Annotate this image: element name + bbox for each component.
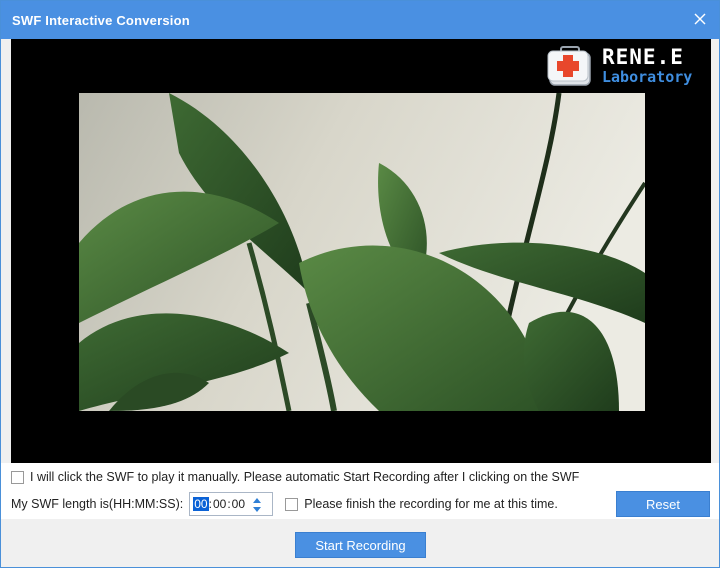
finish-recording-label: Please finish the recording for me at th… bbox=[304, 497, 558, 511]
brand-name: RENE.E bbox=[602, 45, 684, 69]
window-title: SWF Interactive Conversion bbox=[12, 13, 190, 28]
close-icon[interactable] bbox=[691, 10, 709, 28]
manual-play-option[interactable]: I will click the SWF to play it manually… bbox=[11, 470, 579, 484]
brand-subtitle: Laboratory bbox=[602, 68, 693, 86]
manual-play-label: I will click the SWF to play it manually… bbox=[30, 470, 580, 484]
time-spin-icon[interactable] bbox=[252, 495, 262, 515]
swf-length-time-input[interactable]: 00 : 00 : 00 bbox=[189, 492, 274, 516]
hours-field[interactable]: 00 bbox=[193, 497, 209, 511]
seconds-field[interactable]: 00 bbox=[231, 497, 246, 511]
swf-length-label: My SWF length is(HH:MM:SS): bbox=[11, 497, 184, 511]
brand-logo: RENE.E Laboratory bbox=[544, 41, 694, 89]
swf-length-row: My SWF length is(HH:MM:SS): 00 : 00 : 00… bbox=[11, 491, 558, 517]
start-recording-button[interactable]: Start Recording bbox=[295, 532, 426, 558]
recording-options-panel: I will click the SWF to play it manually… bbox=[1, 463, 719, 519]
swf-preview-area[interactable]: RENE.E Laboratory bbox=[11, 39, 711, 463]
manual-play-checkbox[interactable] bbox=[11, 470, 24, 484]
dialog-footer: Start Recording bbox=[1, 519, 719, 567]
reset-button[interactable]: Reset bbox=[616, 491, 710, 517]
swf-conversion-dialog: SWF Interactive Conversion RENE.E Labora… bbox=[0, 0, 720, 568]
swf-video-frame bbox=[79, 93, 645, 411]
finish-recording-checkbox[interactable] bbox=[285, 497, 299, 511]
first-aid-kit-icon bbox=[547, 46, 591, 86]
minutes-field[interactable]: 00 bbox=[212, 497, 227, 511]
title-bar[interactable]: SWF Interactive Conversion bbox=[1, 1, 719, 39]
